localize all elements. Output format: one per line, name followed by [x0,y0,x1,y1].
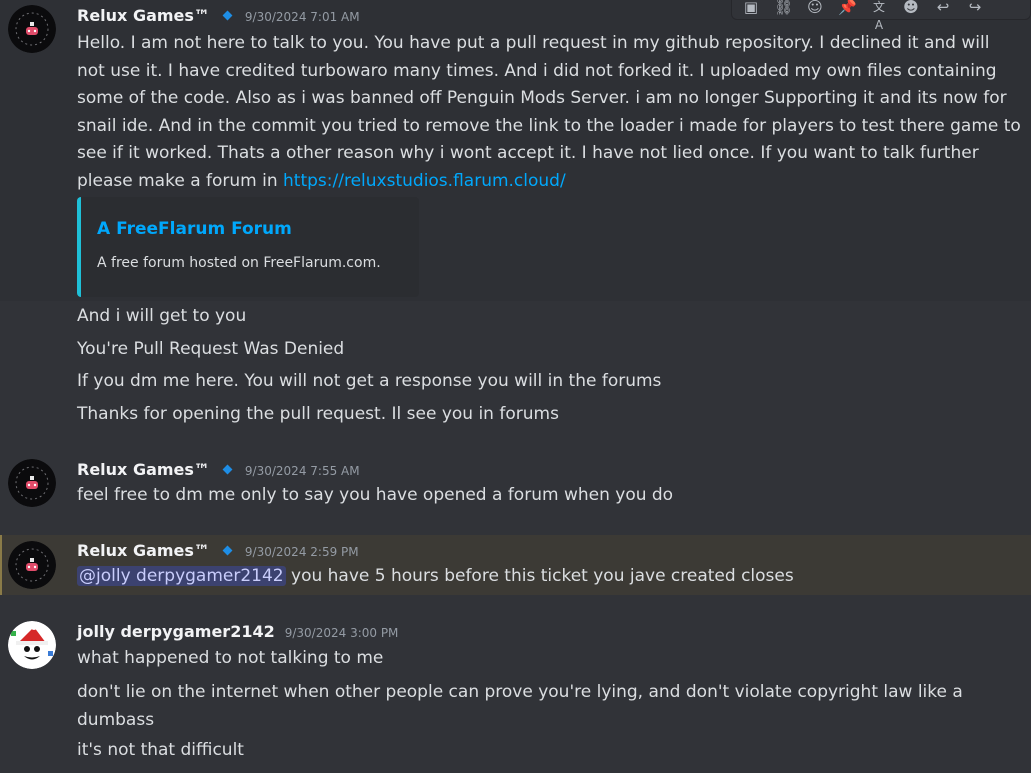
avatar[interactable] [8,5,56,53]
author-name[interactable]: jolly derpygamer2142 [77,622,275,641]
author-name[interactable]: Relux Games™ [77,460,210,479]
message-text: And i will get to you [77,306,247,326]
user-mention[interactable]: @jolly derpygamer2142 [77,566,286,586]
message-text: it's not that difficult [77,740,244,760]
avatar[interactable] [8,541,56,589]
message-text: If you dm me here. You will not get a re… [77,371,662,391]
message-link[interactable]: https://reluxstudios.flarum.cloud/ [283,171,566,191]
author-name[interactable]: Relux Games™ [77,541,210,560]
verified-icon [222,10,233,21]
timestamp[interactable]: 9/30/2024 7:01 AM [245,10,360,24]
message-text: what happened to not talking to me [77,648,384,668]
translate-icon[interactable]: 文A [870,0,888,32]
reaction-icon[interactable]: ☺ [806,0,824,16]
author-name[interactable]: Relux Games™ [77,6,210,25]
message-text: don't lie on the internet when other peo… [77,682,963,730]
message-text: you have 5 hours before this ticket you … [285,566,794,586]
message-action-toolbar: ▣ ⛓ ☺ 📌 文A ☻ ↩ ↪ [731,0,1031,32]
app-icon[interactable]: ▣ [742,0,760,16]
message-body: Hello. I am not here to talk to you. You… [77,30,1022,195]
avatar[interactable] [8,621,56,669]
timestamp[interactable]: 9/30/2024 3:00 PM [285,626,399,640]
link-icon[interactable]: ⛓ [774,0,793,16]
emoji-icon[interactable]: ☻ [902,0,920,16]
message-text: You're Pull Request Was Denied [77,339,345,359]
timestamp[interactable]: 9/30/2024 2:59 PM [245,545,359,559]
message-text: Thanks for opening the pull request. Il … [77,404,559,424]
pin-icon[interactable]: 📌 [838,0,857,16]
embed-description: A free forum hosted on FreeFlarum.com. [97,255,381,271]
message-header: Relux Games™ 9/30/2024 2:59 PM [77,541,359,560]
reply-icon[interactable]: ↩ [934,0,952,16]
message-text: feel free to dm me only to say you have … [77,485,674,505]
embed-title[interactable]: A FreeFlarum Forum [97,219,292,239]
chat-message-list: ▣ ⛓ ☺ 📌 文A ☻ ↩ ↪ Relux Games™ 9/30/2024 7… [0,0,1031,773]
message-header: jolly derpygamer2142 9/30/2024 3:00 PM [77,622,398,641]
link-embed: A FreeFlarum Forum A free forum hosted o… [77,197,419,297]
timestamp[interactable]: 9/30/2024 7:55 AM [245,464,360,478]
message-header: Relux Games™ 9/30/2024 7:01 AM [77,6,360,25]
verified-icon [222,545,233,556]
avatar[interactable] [8,459,56,507]
forward-icon[interactable]: ↪ [966,0,984,16]
message-text: Hello. I am not here to talk to you. You… [77,33,1021,191]
verified-icon [222,464,233,475]
message-header: Relux Games™ 9/30/2024 7:55 AM [77,460,360,479]
message-body: @jolly derpygamer2142 you have 5 hours b… [77,566,794,586]
